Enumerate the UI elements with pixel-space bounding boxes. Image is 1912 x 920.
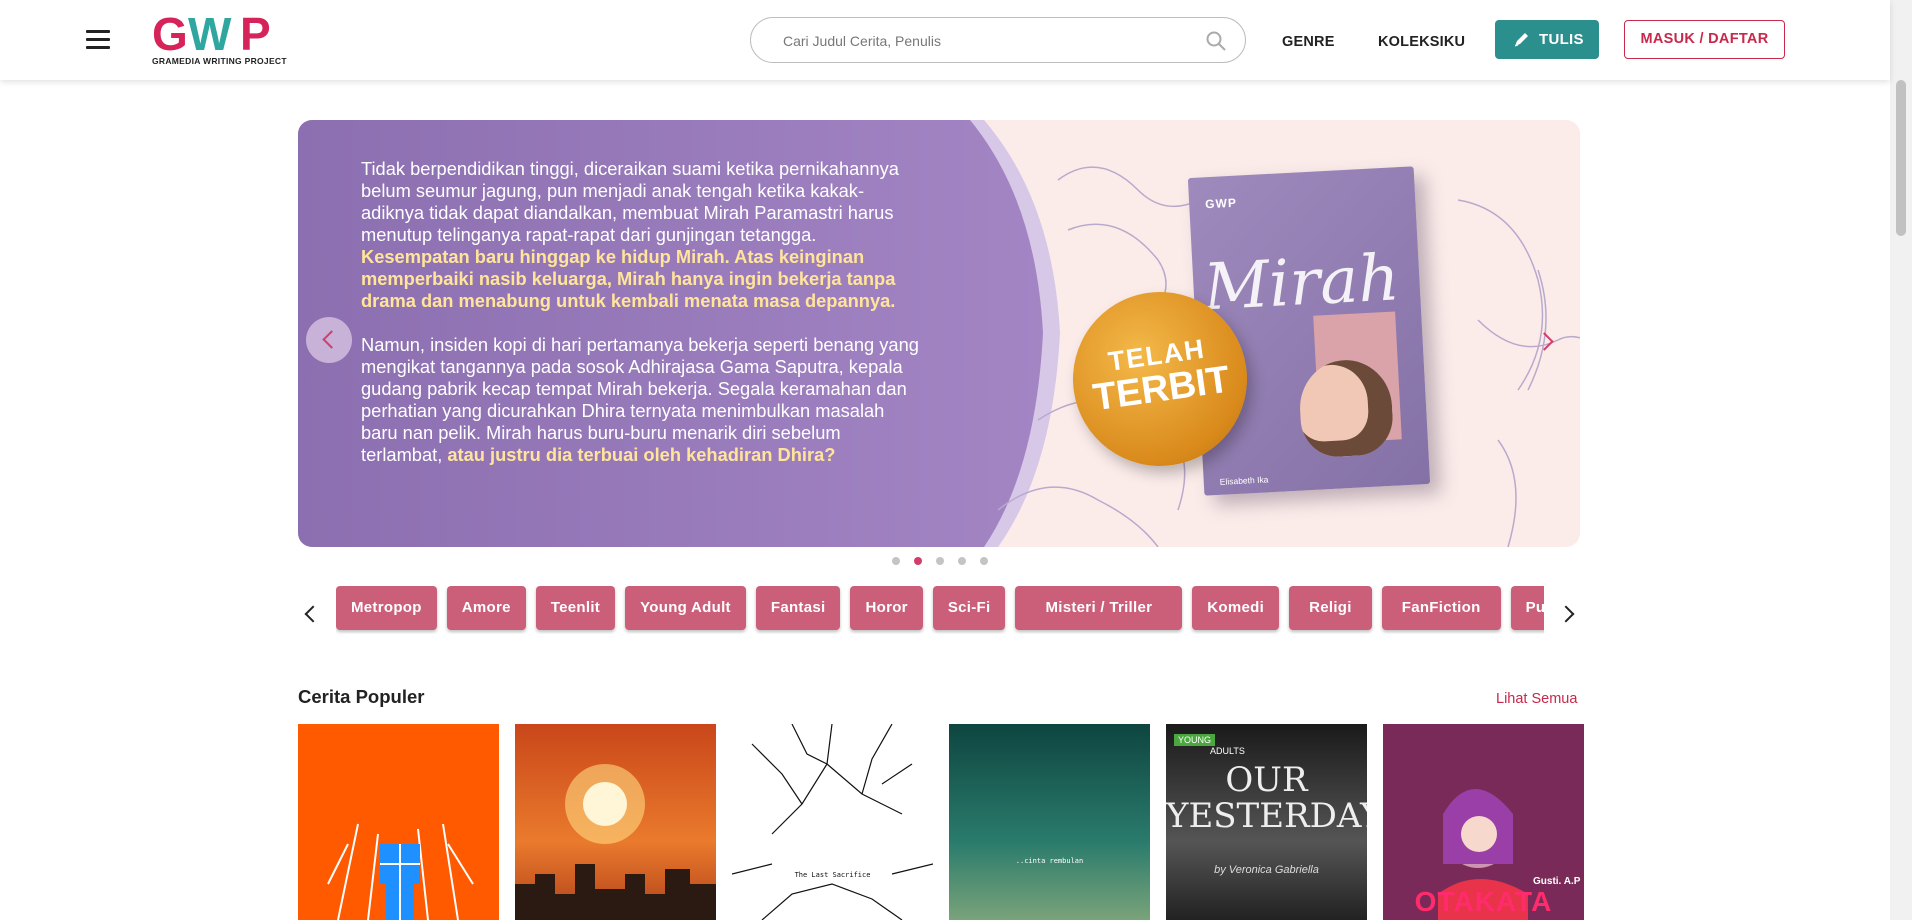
cover-5-tag-adults: ADULTS bbox=[1210, 746, 1245, 756]
scrollbar-thumb[interactable] bbox=[1896, 80, 1906, 236]
logo-subtitle: GRAMEDIA WRITING PROJECT bbox=[152, 56, 287, 66]
popular-stories-row: The Last Sacrifice ..cinta rembulan YOUN… bbox=[298, 724, 1584, 920]
genre-next-chevron-icon[interactable] bbox=[1560, 602, 1580, 626]
cover-4-title: ..cinta rembulan bbox=[1015, 857, 1084, 865]
synopsis-paragraph-1: Tidak berpendidikan tinggi, diceraikan s… bbox=[361, 158, 921, 312]
cover-2-art bbox=[515, 764, 716, 920]
search-icon[interactable] bbox=[1205, 30, 1227, 52]
cover-1-art bbox=[327, 823, 474, 920]
svg-text:G: G bbox=[152, 10, 187, 56]
see-all-link[interactable]: Lihat Semua bbox=[1496, 691, 1577, 707]
gwp-logo-mark: G W P bbox=[152, 8, 271, 60]
story-cover-6[interactable]: Gusti. A.P OTAKATA bbox=[1383, 724, 1584, 920]
book-title: Mirah bbox=[1201, 241, 1402, 326]
popular-section-title: Cerita Populer bbox=[298, 686, 425, 707]
write-button-label: TULIS bbox=[1539, 31, 1584, 48]
genre-chip-puisi[interactable]: Puisi bbox=[1510, 586, 1544, 630]
genre-chip-fanfiction[interactable]: FanFiction bbox=[1381, 586, 1501, 630]
cover-5-title: OUR YESTERDAY bbox=[1166, 760, 1367, 836]
genre-chip-religi[interactable]: Religi bbox=[1289, 586, 1372, 630]
search-box[interactable] bbox=[750, 17, 1246, 63]
banner-next-arrow-icon[interactable] bbox=[1532, 326, 1562, 356]
login-register-button[interactable]: MASUK / DAFTAR bbox=[1624, 20, 1785, 59]
genre-chip-metropop[interactable]: Metropop bbox=[336, 586, 437, 630]
carousel-dot-2[interactable] bbox=[914, 557, 922, 565]
genre-scroller: Metropop Amore Teenlit Young Adult Fanta… bbox=[336, 586, 1544, 634]
banner-prev-arrow-icon[interactable] bbox=[306, 317, 352, 363]
story-cover-5[interactable]: YOUNG ADULTS OUR YESTERDAY by Veronica G… bbox=[1166, 724, 1367, 920]
story-cover-1[interactable] bbox=[298, 724, 499, 920]
write-button[interactable]: TULIS bbox=[1495, 20, 1599, 59]
genre-chip-teenlit[interactable]: Teenlit bbox=[535, 586, 616, 630]
carousel-dots bbox=[892, 552, 1002, 565]
genre-chip-amore[interactable]: Amore bbox=[446, 586, 526, 630]
genre-chip-young-adult[interactable]: Young Adult bbox=[625, 586, 746, 630]
menu-icon[interactable] bbox=[86, 30, 112, 50]
top-header: G W P GRAMEDIA WRITING PROJECT GENRE KOL… bbox=[0, 0, 1890, 80]
carousel-dot-4[interactable] bbox=[958, 557, 966, 565]
pen-icon bbox=[1514, 33, 1528, 47]
carousel-dot-1[interactable] bbox=[892, 557, 900, 565]
search-input[interactable] bbox=[781, 28, 1185, 54]
genre-chip-komedi[interactable]: Komedi bbox=[1192, 586, 1280, 630]
genre-chip-fantasi[interactable]: Fantasi bbox=[755, 586, 841, 630]
synopsis-text-1: Tidak berpendidikan tinggi, diceraikan s… bbox=[361, 158, 899, 245]
story-cover-2[interactable] bbox=[515, 724, 716, 920]
story-cover-4[interactable]: ..cinta rembulan bbox=[949, 724, 1150, 920]
genre-prev-chevron-icon[interactable] bbox=[300, 602, 320, 626]
story-cover-3[interactable]: The Last Sacrifice bbox=[732, 724, 933, 920]
genre-chip-sci-fi[interactable]: Sci-Fi bbox=[932, 586, 1006, 630]
hero-banner[interactable]: Tidak berpendidikan tinggi, diceraikan s… bbox=[298, 120, 1580, 547]
carousel-dot-5[interactable] bbox=[980, 557, 988, 565]
genre-chip-misteri[interactable]: Misteri / Triller bbox=[1015, 586, 1183, 630]
svg-text:W: W bbox=[188, 10, 232, 56]
cover-5-author: by Veronica Gabriella bbox=[1214, 864, 1319, 876]
synopsis-highlight-2: atau justru dia terbuai oleh kehadiran D… bbox=[447, 444, 836, 465]
svg-text:P: P bbox=[240, 10, 270, 56]
carousel-dot-3[interactable] bbox=[936, 557, 944, 565]
cover-3-art bbox=[732, 724, 933, 920]
cover-6-title: OTAKATA bbox=[1414, 886, 1553, 917]
cover-5-tag-young: YOUNG bbox=[1174, 734, 1216, 746]
banner-synopsis: Tidak berpendidikan tinggi, diceraikan s… bbox=[361, 158, 921, 488]
gwp-logo[interactable]: G W P GRAMEDIA WRITING PROJECT bbox=[152, 8, 292, 70]
book-publisher-logo: GWP bbox=[1204, 195, 1238, 212]
book-author: Elisabeth Ika bbox=[1219, 474, 1269, 487]
nav-koleksiku[interactable]: KOLEKSIKU bbox=[1378, 34, 1465, 50]
nav-genre[interactable]: GENRE bbox=[1282, 34, 1335, 50]
genre-chip-horor[interactable]: Horor bbox=[850, 586, 923, 630]
cover-3-title: The Last Sacrifice bbox=[794, 871, 871, 879]
synopsis-highlight-1: Kesempatan baru hinggap ke hidup Mirah. … bbox=[361, 246, 896, 311]
synopsis-paragraph-2: Namun, insiden kopi di hari pertamanya b… bbox=[361, 334, 921, 466]
